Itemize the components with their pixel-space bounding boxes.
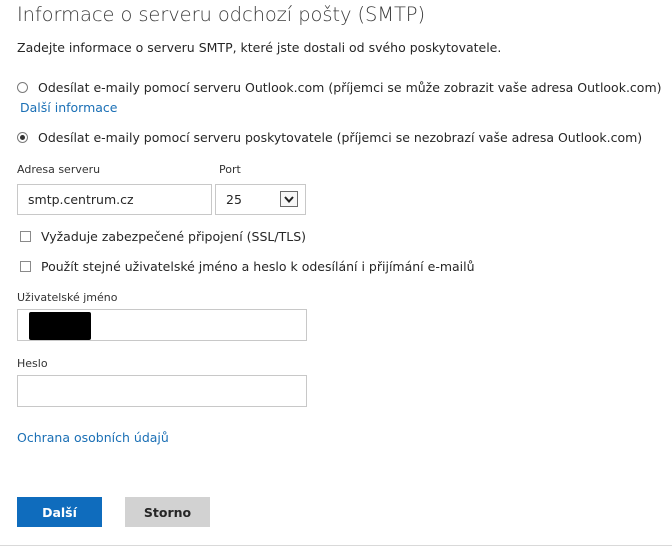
port-value: 25 — [226, 192, 242, 207]
cancel-button[interactable]: Storno — [125, 497, 210, 527]
page-title: Informace o serveru odchozí pošty (SMTP) — [17, 3, 425, 26]
port-select[interactable]: 25 — [215, 184, 306, 215]
radio-outlook-label: Odesílat e-maily pomocí serveru Outlook.… — [38, 80, 662, 95]
radio-option-provider[interactable]: Odesílat e-maily pomocí serveru poskytov… — [17, 130, 642, 145]
radio-provider[interactable] — [17, 132, 28, 143]
server-address-label: Adresa serveru — [17, 163, 101, 176]
password-input[interactable] — [17, 375, 307, 407]
intro-text: Zadejte informace o serveru SMTP, které … — [17, 40, 502, 55]
server-address-input[interactable]: smtp.centrum.cz — [17, 184, 212, 215]
port-label: Port — [219, 163, 241, 176]
privacy-link[interactable]: Ochrana osobních údajů — [17, 430, 169, 445]
radio-provider-label: Odesílat e-maily pomocí serveru poskytov… — [38, 130, 643, 145]
server-address-value: smtp.centrum.cz — [28, 192, 134, 207]
more-info-link[interactable]: Další informace — [20, 100, 117, 115]
radio-outlook[interactable] — [17, 82, 28, 93]
ssl-checkbox[interactable] — [20, 231, 31, 242]
checkbox-row-same-credentials[interactable]: Použít stejné uživatelské jméno a heslo … — [20, 259, 475, 274]
username-input[interactable] — [17, 309, 307, 341]
bottom-divider — [0, 545, 672, 546]
radio-option-outlook[interactable]: Odesílat e-maily pomocí serveru Outlook.… — [17, 80, 662, 95]
username-label: Uživatelské jméno — [17, 291, 118, 304]
password-label: Heslo — [17, 357, 48, 370]
same-credentials-checkbox-label: Použít stejné uživatelské jméno a heslo … — [41, 259, 475, 274]
ssl-checkbox-label: Vyžaduje zabezpečené připojení (SSL/TLS) — [41, 229, 307, 244]
next-button[interactable]: Další — [17, 497, 102, 527]
redaction-block — [29, 312, 91, 340]
checkbox-row-ssl[interactable]: Vyžaduje zabezpečené připojení (SSL/TLS) — [20, 229, 306, 244]
same-credentials-checkbox[interactable] — [20, 261, 31, 272]
chevron-down-icon[interactable] — [280, 191, 298, 207]
